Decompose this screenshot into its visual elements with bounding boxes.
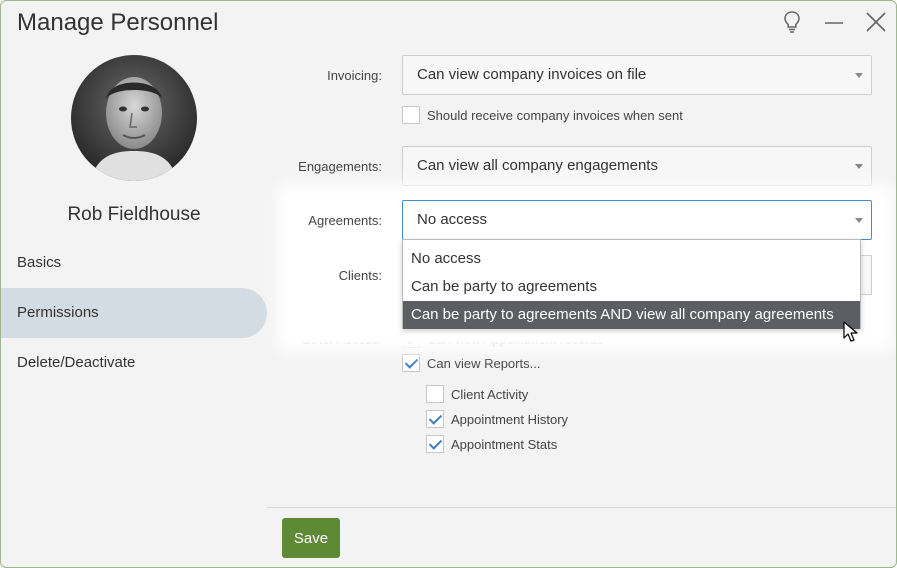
agreements-select-value: No access bbox=[417, 211, 488, 228]
mouse-pointer-icon bbox=[843, 321, 858, 342]
appointment-history-checkbox[interactable] bbox=[426, 410, 444, 428]
receive-invoices-label: Should receive company invoices when sen… bbox=[427, 108, 683, 123]
dropdown-option-party-to-agreements[interactable]: Can be party to agreements bbox=[403, 273, 860, 301]
manage-personnel-window: Manage Personnel Rob Fieldhouse Basics P… bbox=[0, 0, 897, 568]
minimize-icon[interactable] bbox=[821, 9, 847, 35]
client-activity-checkbox[interactable] bbox=[426, 385, 444, 403]
appointment-history-label: Appointment History bbox=[451, 412, 569, 427]
engagements-select[interactable]: Can view all company engagements bbox=[402, 146, 872, 186]
engagements-label: Engagements: bbox=[298, 159, 382, 174]
close-icon[interactable] bbox=[863, 9, 889, 35]
lightbulb-icon[interactable] bbox=[779, 9, 805, 35]
footer-divider bbox=[267, 507, 896, 508]
agreements-dropdown-list: No access Can be party to agreements Can… bbox=[402, 239, 861, 329]
engagements-select-value: Can view all company engagements bbox=[417, 157, 658, 174]
save-button[interactable]: Save bbox=[282, 518, 340, 558]
chevron-down-icon bbox=[855, 164, 863, 169]
dropdown-option-party-and-view-all[interactable]: Can be party to agreements AND view all … bbox=[403, 301, 860, 329]
nav-item-permissions[interactable]: Permissions bbox=[1, 288, 267, 338]
agreements-select[interactable]: No access bbox=[402, 200, 872, 240]
client-activity-label: Client Activity bbox=[451, 387, 529, 402]
receive-invoices-checkbox[interactable] bbox=[402, 106, 420, 124]
appointment-stats-checkbox[interactable] bbox=[426, 435, 444, 453]
view-reports-label: Can view Reports... bbox=[427, 356, 541, 371]
agreements-label: Agreements: bbox=[308, 213, 382, 228]
invoicing-select-value: Can view company invoices on file bbox=[417, 66, 647, 83]
invoicing-select[interactable]: Can view company invoices on file bbox=[402, 55, 872, 95]
chevron-down-icon bbox=[855, 218, 863, 223]
invoicing-label: Invoicing: bbox=[327, 68, 382, 83]
chevron-down-icon bbox=[855, 73, 863, 78]
window-title: Manage Personnel bbox=[17, 9, 219, 36]
view-reports-checkbox[interactable] bbox=[402, 354, 420, 372]
dropdown-option-no-access[interactable]: No access bbox=[403, 245, 860, 273]
clients-label: Clients: bbox=[338, 268, 382, 283]
appointment-stats-label: Appointment Stats bbox=[451, 437, 558, 452]
